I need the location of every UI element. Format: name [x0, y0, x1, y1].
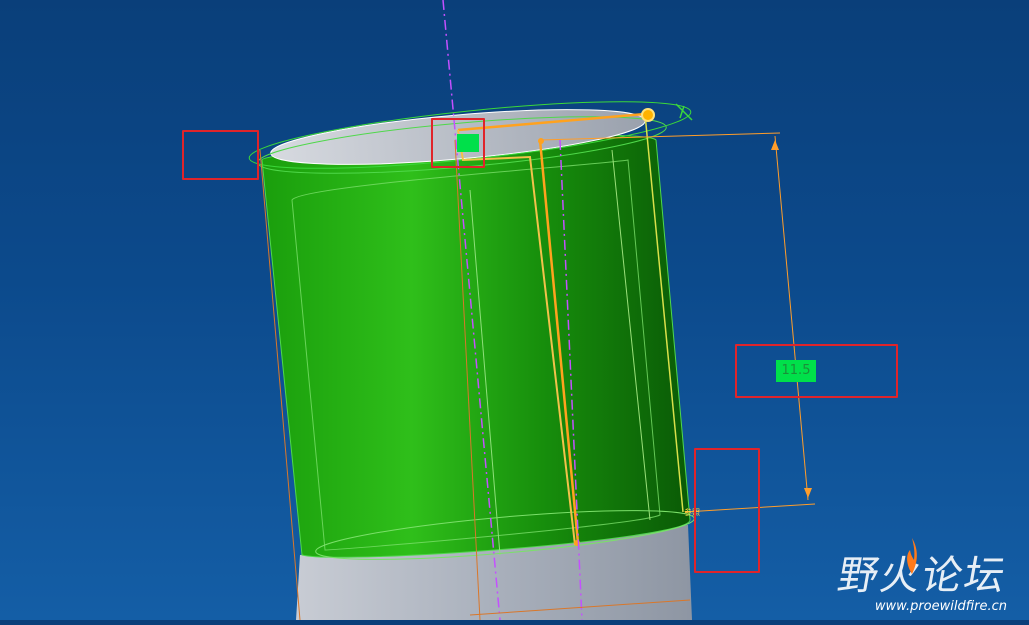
sketch-arrow	[675, 103, 693, 121]
watermark-url: www.proewildfire.cn	[874, 599, 1007, 614]
sketch-point	[538, 138, 544, 144]
model-viewport[interactable]: 11.5 参照 野火论坛 www.proewildfire.cn	[0, 0, 1029, 621]
dimension-arrow	[804, 488, 812, 498]
green-cylinder-body	[261, 134, 691, 558]
highlight-box-height	[735, 344, 898, 398]
sketch-point	[641, 108, 655, 122]
dimension-arrow	[771, 140, 779, 150]
dimension-line	[774, 135, 809, 501]
model-canvas[interactable]	[0, 0, 1029, 621]
highlight-box-center	[431, 118, 485, 168]
watermark-title: 野火论坛	[834, 553, 1011, 599]
highlight-box-bottom	[694, 448, 760, 573]
watermark: 野火论坛 www.proewildfire.cn	[834, 543, 1010, 614]
highlight-box-left	[182, 130, 259, 180]
flame-icon	[907, 538, 917, 574]
